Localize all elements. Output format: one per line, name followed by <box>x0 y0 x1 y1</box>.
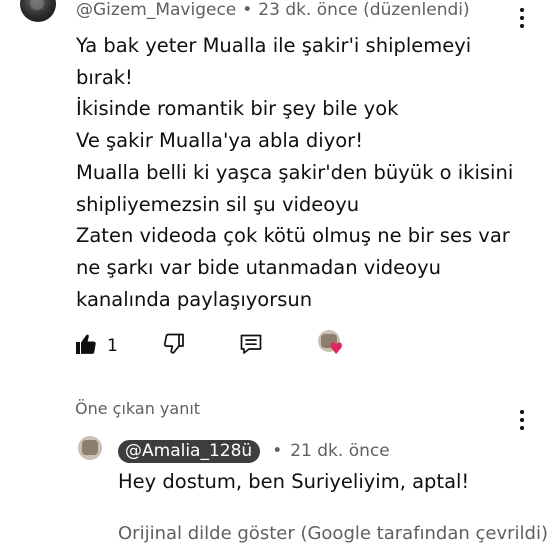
thumbs-up-filled-icon <box>76 334 96 354</box>
comment-text: Ya bak yeter Mualla ile şakir'i shipleme… <box>76 30 536 315</box>
like-button[interactable] <box>74 332 98 360</box>
dot <box>520 8 524 12</box>
commenter-avatar[interactable] <box>20 0 56 22</box>
creator-heart-icon: ♥ <box>329 339 344 358</box>
comment-line: Ya bak yeter Mualla ile şakir'i shipleme… <box>76 34 472 57</box>
like-count: 1 <box>107 336 118 356</box>
creator-heart: ♥ <box>318 330 348 360</box>
comment-line: ne şarkı var bide utanmadan videoyu <box>76 255 441 279</box>
dot <box>520 418 524 422</box>
reply-author-avatar[interactable] <box>78 436 102 460</box>
reply-timestamp: • 21 dk. önce <box>272 441 390 461</box>
comment-line: Zaten videoda çok kötü olmuş ne bir ses … <box>76 224 510 248</box>
thumbs-down-icon <box>163 333 184 354</box>
header-separator: • <box>242 0 253 20</box>
reply-header: @Amalia_128ü • 21 dk. önce <box>118 438 390 464</box>
comment-line: İkisinde romantik bir şey bile yok <box>76 97 399 121</box>
reply-time-text: 21 dk. önce <box>290 441 390 461</box>
comment-more-vert-icon[interactable] <box>518 8 526 28</box>
comment-line: kanalında paylaşıyorsun <box>76 287 313 311</box>
reply-separator: • <box>272 441 283 461</box>
dot <box>520 24 524 28</box>
comment-header: @Gizem_Mavigece • 23 dk. önce (düzenlendi) <box>76 0 470 20</box>
dot <box>520 16 524 20</box>
comment-author-handle[interactable]: @Gizem_Mavigece <box>76 0 236 20</box>
comment-line: bırak! <box>76 65 133 89</box>
reply-more-vert-icon[interactable] <box>518 410 526 430</box>
comment-action-bar: 1 ♥ <box>74 328 374 360</box>
reply-comment-icon <box>240 334 262 354</box>
featured-reply-label: Öne çıkan yanıt <box>75 399 201 418</box>
reply-button[interactable] <box>238 331 264 361</box>
comment-line: shipliyemezsin sil şu videoyu <box>76 192 360 216</box>
reply-channel-chip[interactable]: @Amalia_128ü <box>118 439 261 463</box>
reply-text: Hey dostum, ben Suriyeliyim, aptal! <box>118 470 470 493</box>
comment-line: Ve şakir Mualla'ya abla diyor! <box>76 129 364 153</box>
comment-timestamp: 23 dk. önce (düzenlendi) <box>258 0 470 20</box>
dot <box>520 426 524 430</box>
show-original-link[interactable]: Orijinal dilde göster (Google tarafından… <box>118 523 558 544</box>
comment-line: Mualla belli ki yaşca şakir'den büyük o … <box>76 160 514 184</box>
dot <box>520 410 524 414</box>
dislike-button[interactable] <box>162 332 186 360</box>
